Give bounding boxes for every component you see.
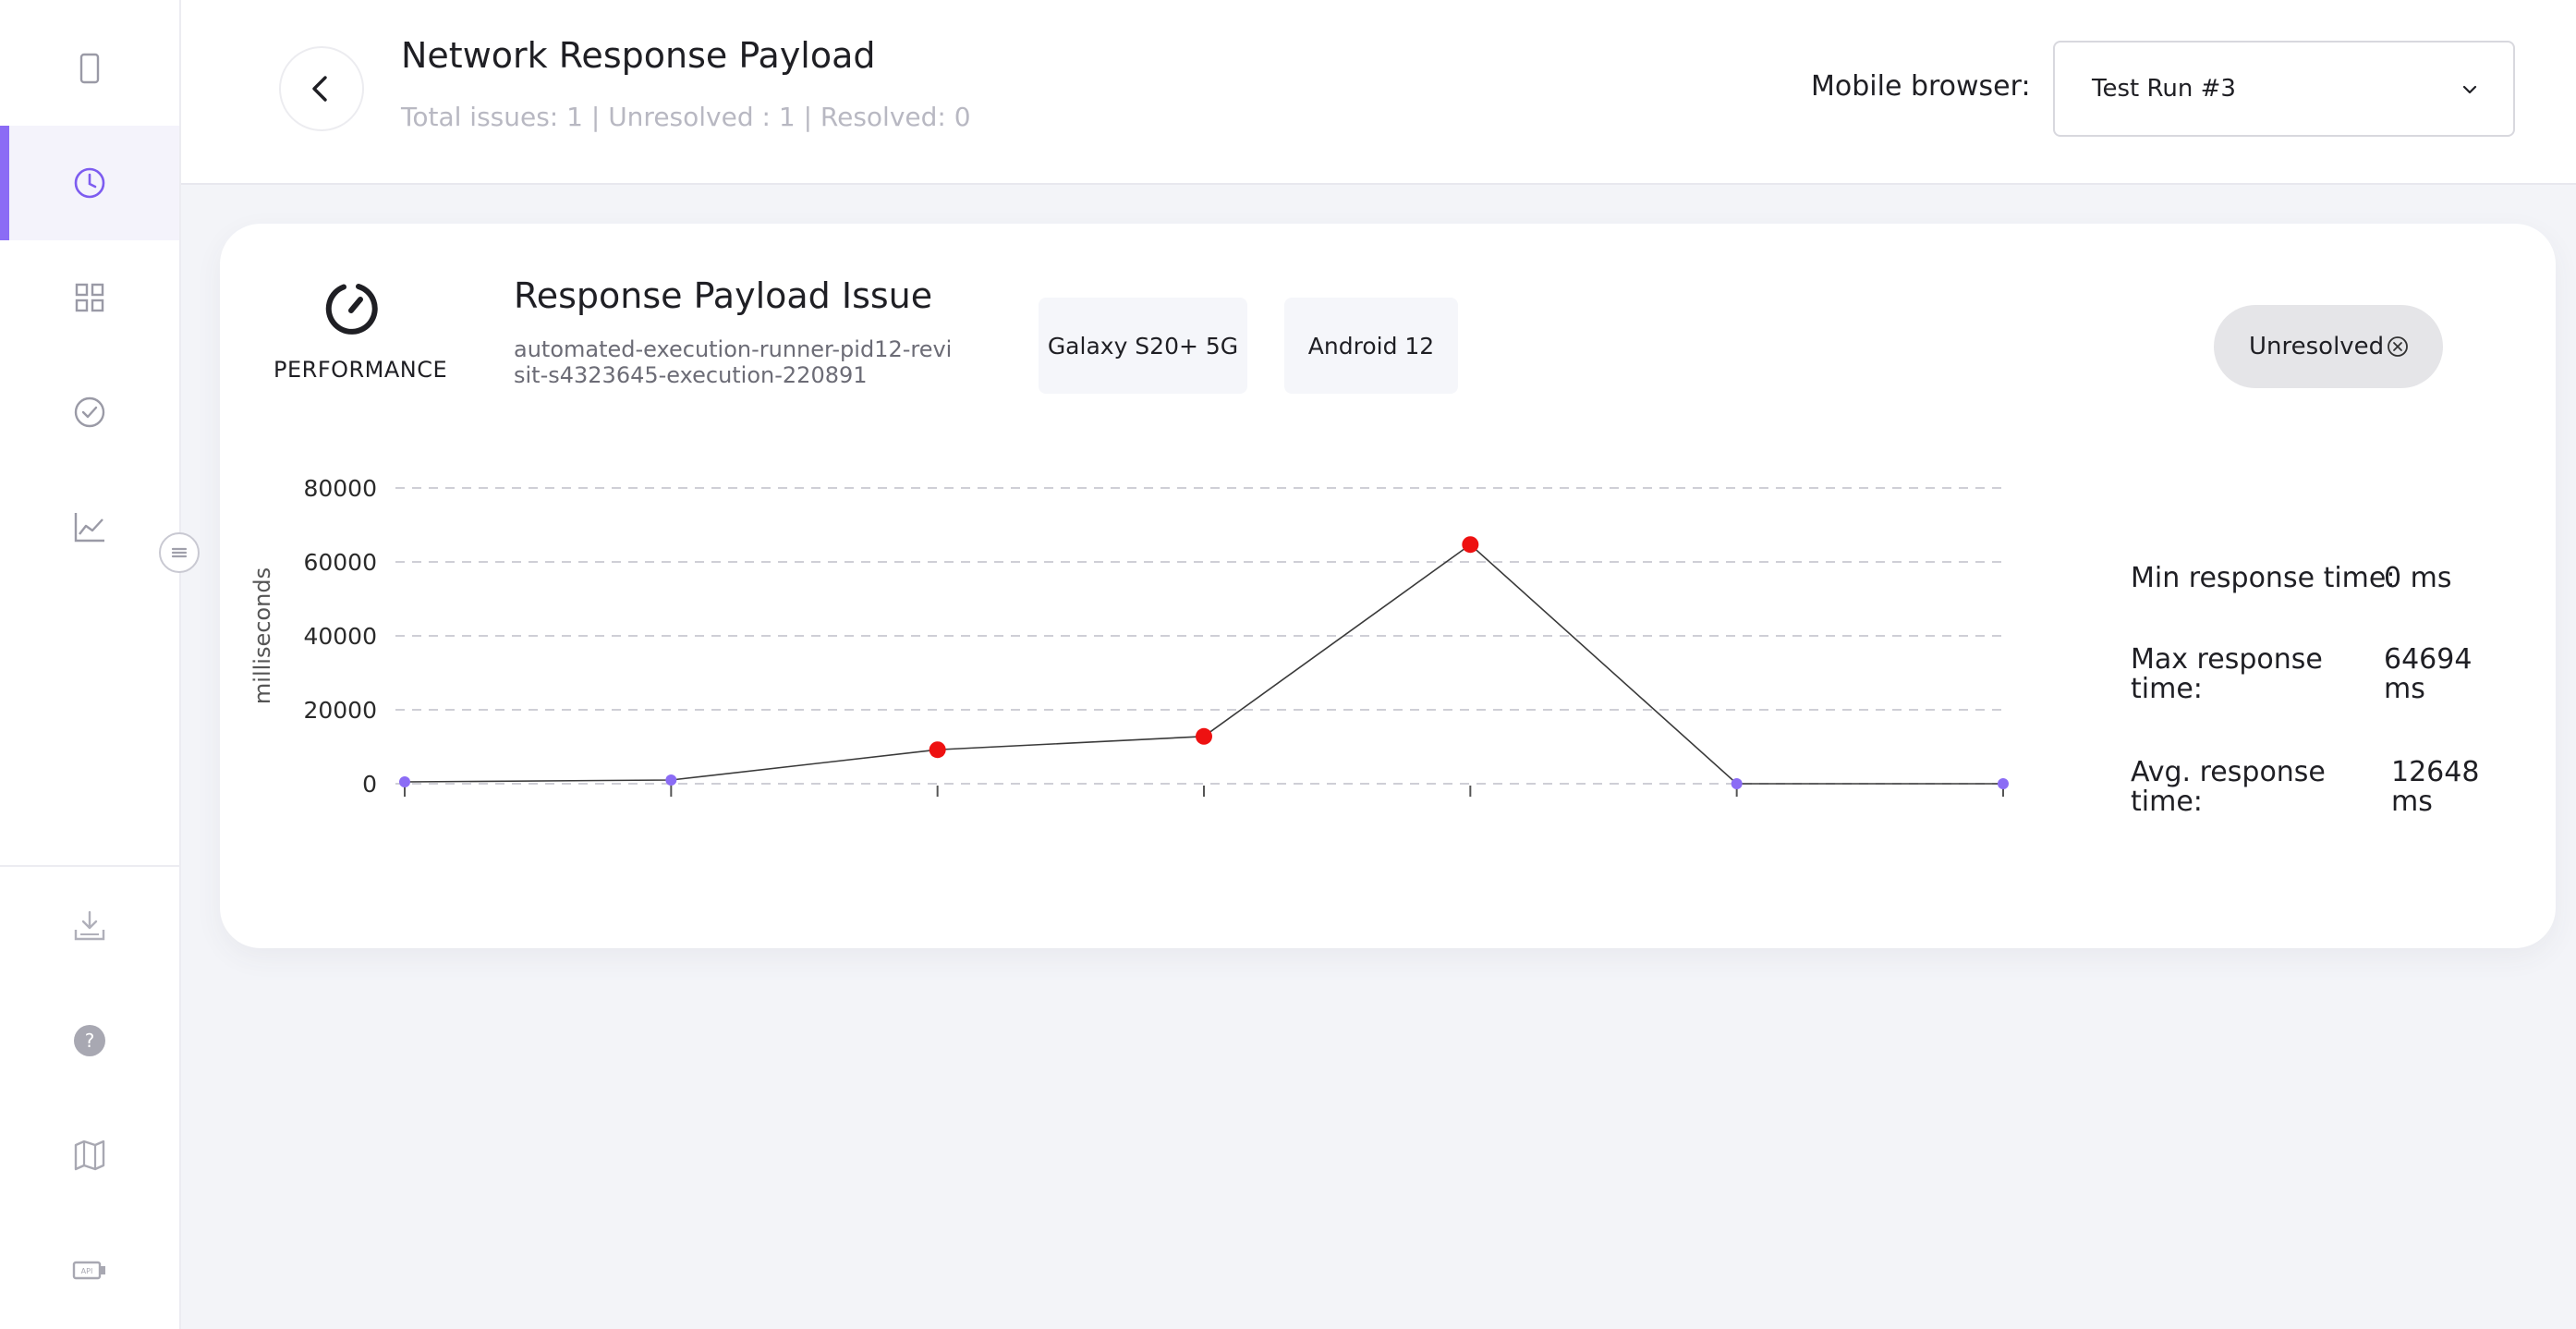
- issue-category: PERFORMANCE: [273, 357, 448, 383]
- issue-title: Response Payload Issue: [514, 275, 933, 316]
- flagged-data-point: [1196, 727, 1212, 745]
- sidebar-item-help[interactable]: ?: [0, 983, 179, 1098]
- sidebar-item-history[interactable]: [0, 126, 179, 240]
- avg-response-value-number: 12648: [2391, 756, 2480, 788]
- mobile-device-icon: [79, 53, 100, 84]
- data-point: [665, 774, 677, 786]
- max-response-label: Max response time:: [2131, 645, 2323, 704]
- avg-response-label: Avg. response time:: [2131, 758, 2326, 817]
- page-title: Network Response Payload: [401, 35, 876, 76]
- data-point: [399, 776, 410, 787]
- min-response-label: Min response time:: [2131, 562, 2396, 594]
- max-response-value-number: 64694: [2384, 643, 2473, 676]
- issue-summary: Total issues: 1 | Unresolved : 1 | Resol…: [401, 102, 971, 132]
- close-circle-icon: [2388, 336, 2408, 357]
- speedometer-icon: [325, 284, 378, 335]
- svg-text:API: API: [81, 1267, 93, 1275]
- y-tick-label: 20000: [303, 697, 377, 724]
- menu-lines-icon: [171, 547, 188, 558]
- avg-response-label-line: Avg. response: [2131, 756, 2326, 788]
- issue-card: PERFORMANCE Response Payload Issue autom…: [220, 224, 2556, 948]
- flagged-data-point: [929, 741, 946, 759]
- y-tick-label: 60000: [303, 549, 377, 576]
- response-time-chart: 0 20000 40000 60000 80000 milliseconds: [249, 475, 2009, 798]
- back-button[interactable]: [279, 46, 364, 131]
- y-tick-label: 80000: [303, 475, 377, 502]
- sidebar-item-downloads[interactable]: [0, 869, 179, 983]
- sidebar-item-devices[interactable]: [0, 11, 179, 126]
- issue-execution-path: automated-execution-runner-pid12-revisit…: [514, 336, 953, 388]
- y-tick-label: 40000: [303, 623, 377, 650]
- sidebar-item-map[interactable]: [0, 1098, 179, 1213]
- os-chip: Android 12: [1284, 298, 1458, 394]
- download-icon: [74, 910, 105, 941]
- help-icon: ?: [74, 1025, 105, 1056]
- min-response-value: 0 ms: [2384, 562, 2452, 594]
- data-point: [1731, 778, 1743, 789]
- sidebar-item-analytics[interactable]: [0, 469, 179, 584]
- status-label: Unresolved: [2249, 333, 2385, 360]
- avg-response-value-unit: ms: [2391, 786, 2433, 818]
- y-axis-label: milliseconds: [249, 567, 275, 704]
- map-icon: [74, 1140, 105, 1171]
- grid-icon: [75, 283, 104, 312]
- series-line: [404, 543, 2003, 785]
- device-chip: Galaxy S20+ 5G: [1039, 298, 1247, 394]
- api-icon: API: [72, 1261, 105, 1280]
- browser-select[interactable]: Test Run #3: [2053, 41, 2515, 137]
- flagged-data-point: [1462, 536, 1479, 554]
- avg-response-label-line: time:: [2131, 786, 2203, 818]
- avg-response-value: 12648 ms: [2391, 758, 2479, 817]
- data-point: [1998, 778, 2009, 789]
- sidebar: ? API: [0, 0, 181, 1329]
- max-response-label-line: time:: [2131, 673, 2203, 705]
- browser-select-label: Mobile browser:: [1811, 70, 2031, 103]
- page-header: Network Response Payload Total issues: 1…: [181, 0, 2576, 185]
- browser-select-value: Test Run #3: [2092, 75, 2236, 103]
- check-circle-icon: [74, 396, 105, 428]
- max-response-value: 64694 ms: [2384, 645, 2472, 704]
- sidebar-collapse-button[interactable]: [159, 532, 200, 573]
- clock-icon: [74, 167, 105, 199]
- sidebar-item-dashboard[interactable]: [0, 240, 179, 355]
- line-chart-icon: [74, 513, 104, 543]
- status-toggle-button[interactable]: Unresolved: [2214, 305, 2443, 388]
- sidebar-item-api[interactable]: API: [0, 1213, 179, 1327]
- chevron-left-icon: [312, 76, 327, 102]
- max-response-label-line: Max response: [2131, 643, 2323, 676]
- chevron-down-icon: [2462, 85, 2477, 94]
- y-tick-label: 0: [362, 771, 377, 798]
- svg-text:?: ?: [85, 1030, 95, 1052]
- sidebar-item-checks[interactable]: [0, 355, 179, 469]
- max-response-value-unit: ms: [2384, 673, 2425, 705]
- sidebar-divider: [0, 865, 179, 867]
